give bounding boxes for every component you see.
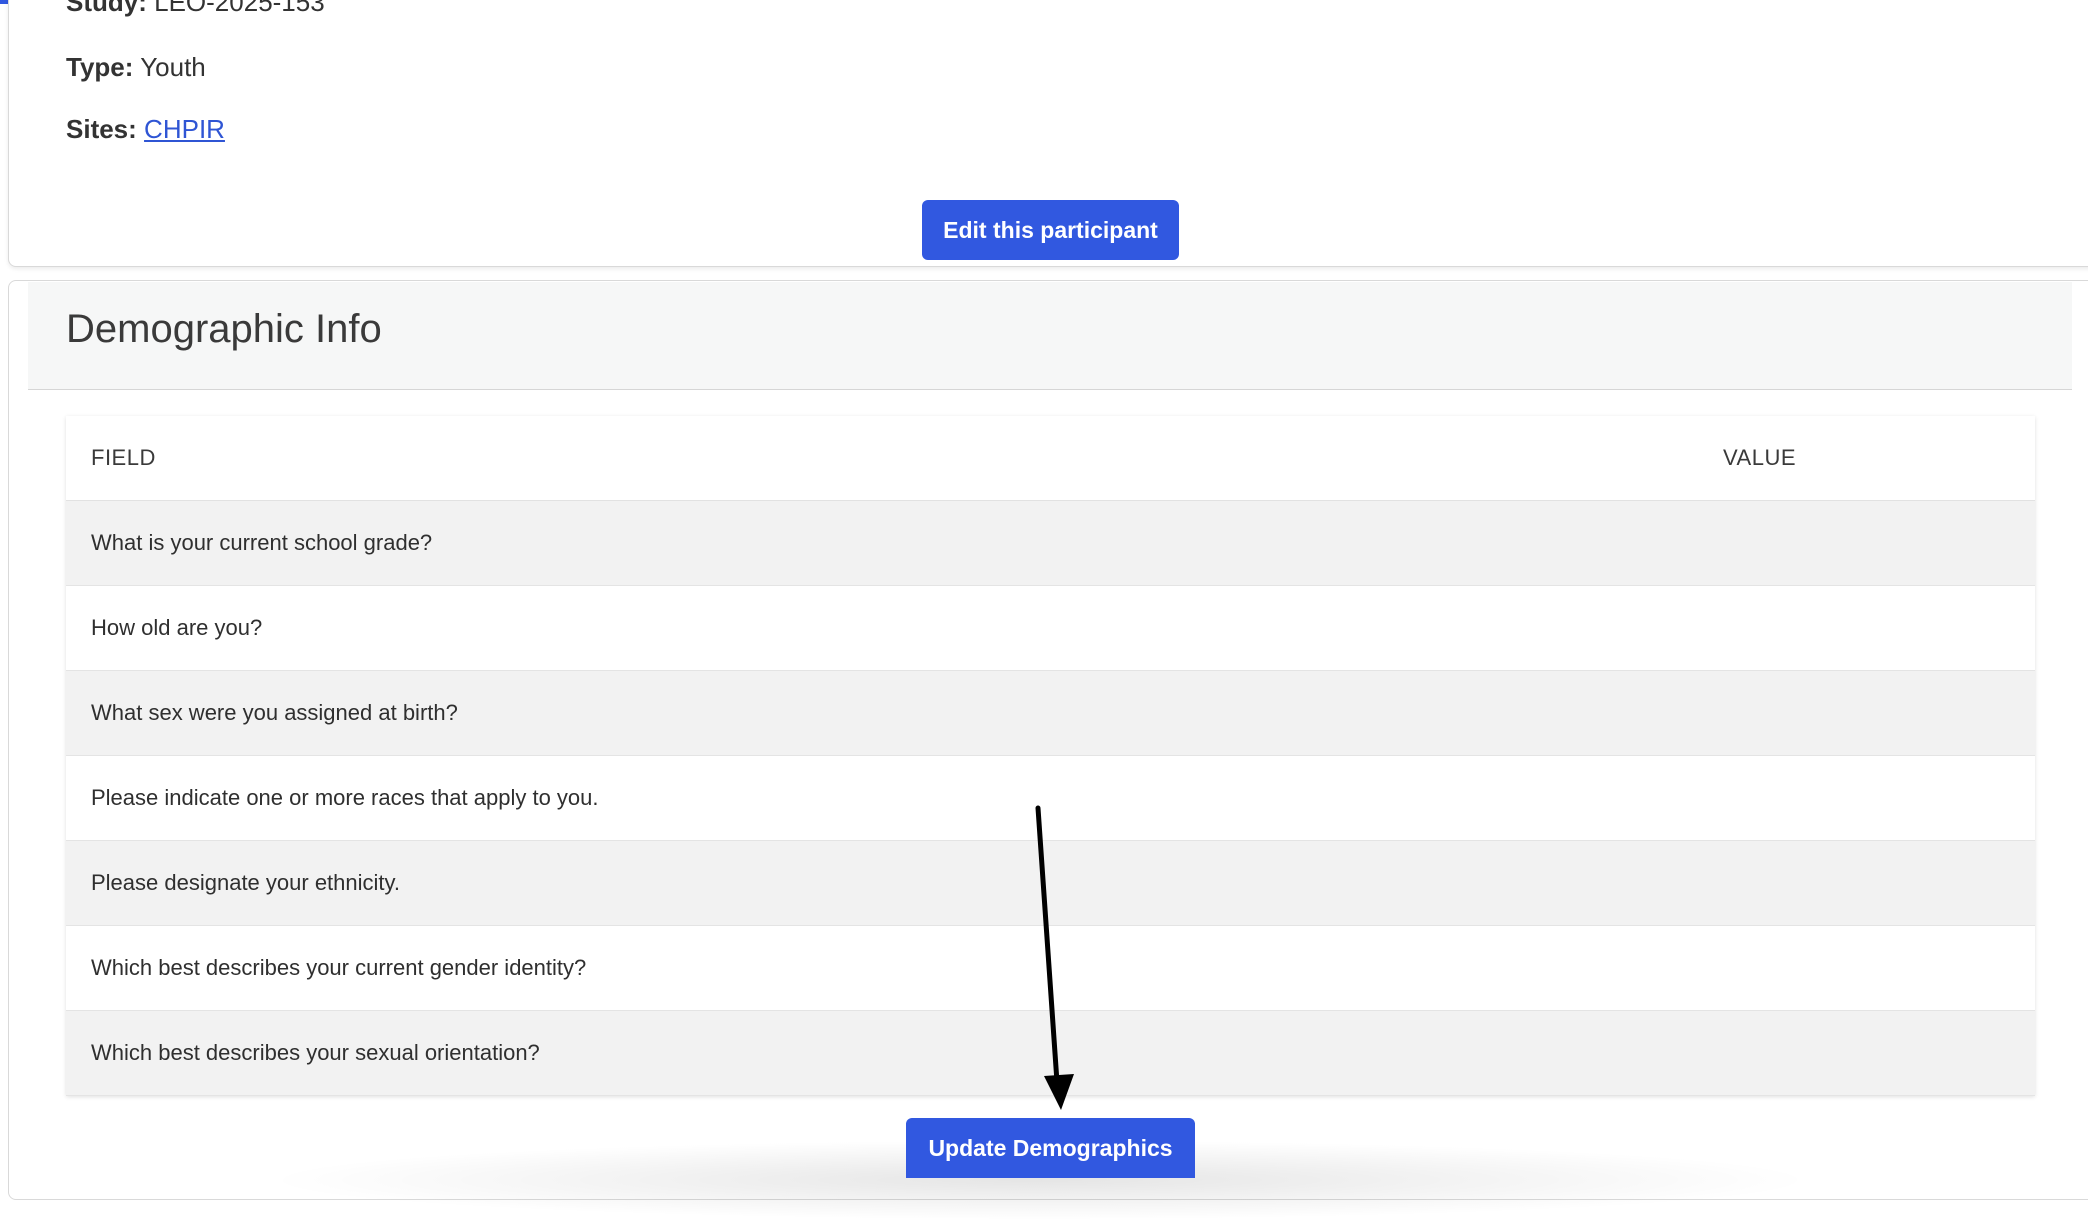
sites-label: Sites: [66, 114, 137, 144]
study-label: Study: [66, 0, 147, 17]
field-cell: What is your current school grade? [91, 530, 433, 555]
sites-row: Sites: CHPIR [66, 114, 225, 144]
column-header-field: FIELD [91, 445, 156, 470]
field-cell: Which best describes your current gender… [91, 955, 587, 980]
field-cell: What sex were you assigned at birth? [91, 700, 458, 725]
table-row: What sex were you assigned at birth? [66, 671, 2035, 756]
demographic-title: Demographic Info [66, 307, 382, 351]
field-cell: Which best describes your sexual orienta… [91, 1040, 540, 1065]
field-cell: Please designate your ethnicity. [91, 870, 400, 895]
table-row: What is your current school grade? [66, 501, 2035, 586]
site-link-chpir[interactable]: CHPIR [144, 114, 225, 144]
field-cell: Please indicate one or more races that a… [91, 785, 599, 810]
demographics-table: FIELD VALUE What is your current school … [66, 416, 2035, 1096]
update-demographics-button[interactable]: Update Demographics [906, 1118, 1195, 1178]
table-header-row: FIELD VALUE [66, 416, 2035, 501]
table-row: Please indicate one or more races that a… [66, 756, 2035, 841]
edit-participant-button[interactable]: Edit this participant [922, 200, 1179, 260]
study-row: Study: LEO-2025-153 [66, 0, 325, 17]
column-header-value: VALUE [1723, 445, 1797, 470]
table-row: Which best describes your current gender… [66, 926, 2035, 1011]
type-value: Youth [140, 52, 206, 82]
table-row: Please designate your ethnicity. [66, 841, 2035, 926]
field-cell: How old are you? [91, 615, 263, 640]
table-row: How old are you? [66, 586, 2035, 671]
study-value: LEO-2025-153 [154, 0, 325, 17]
table-row: Which best describes your sexual orienta… [66, 1011, 2035, 1096]
type-row: Type: Youth [66, 52, 206, 82]
type-label: Type: [66, 52, 134, 82]
